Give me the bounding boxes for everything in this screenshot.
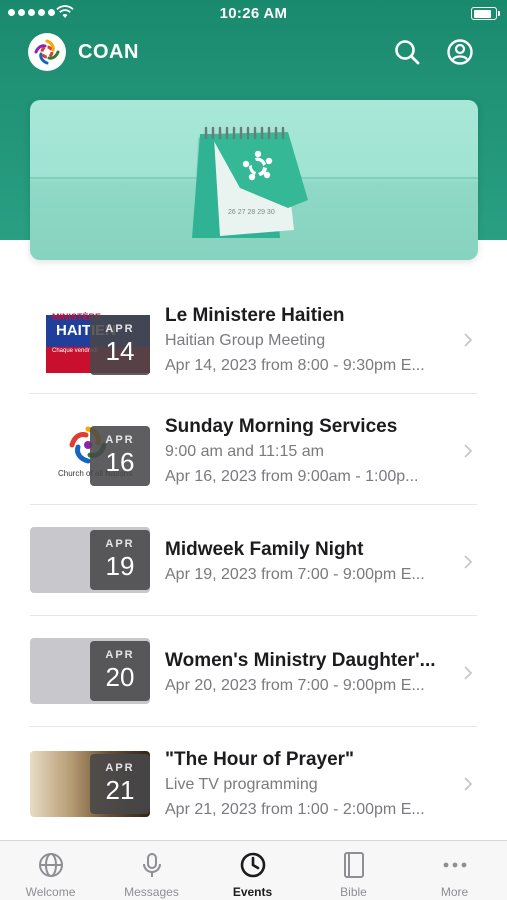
chevron-right-icon xyxy=(464,555,473,569)
app-bar: COAN xyxy=(0,28,507,76)
search-icon xyxy=(395,40,420,65)
calendar-numbers: 26 27 28 29 30 xyxy=(228,209,275,216)
tab-messages[interactable]: Messages xyxy=(101,841,202,900)
tab-label: Bible xyxy=(340,885,367,899)
date-day: 14 xyxy=(105,336,135,366)
status-bar: 10:26 AM xyxy=(0,0,507,28)
logo-icon xyxy=(34,39,60,65)
date-day: 19 xyxy=(105,551,135,581)
date-day: 21 xyxy=(105,775,135,805)
event-title: Women's Ministry Daughter'... xyxy=(165,650,436,671)
calendar-illustration: 26 27 28 29 30 xyxy=(192,126,308,238)
app-logo[interactable] xyxy=(28,33,66,71)
date-day: 16 xyxy=(105,447,135,477)
tab-label: Events xyxy=(232,885,273,899)
app-title: COAN xyxy=(78,41,139,63)
tab-bar: Welcome Messages Events Bible More xyxy=(0,840,507,900)
book-icon xyxy=(344,852,364,878)
microphone-icon xyxy=(143,853,161,877)
date-month: APR xyxy=(105,323,135,335)
date-month: APR xyxy=(105,649,135,661)
event-title: Le Ministere Haitien xyxy=(165,305,345,326)
chevron-right-icon xyxy=(464,333,473,347)
chevron-right-icon xyxy=(464,666,473,680)
clock-icon xyxy=(240,852,266,878)
chevron-right-icon xyxy=(464,777,473,791)
status-time: 10:26 AM xyxy=(219,5,288,22)
event-row-hour-of-prayer[interactable]: APR 21 "The Hour of Prayer" Live TV prog… xyxy=(0,727,507,838)
event-subtitle: Apr 20, 2023 from 7:00 - 9:00pm E... xyxy=(165,677,425,694)
date-badge: APR 19 xyxy=(90,530,150,590)
chevron-right-icon xyxy=(464,444,473,458)
date-badge: APR 20 xyxy=(90,641,150,701)
tab-label: More xyxy=(440,885,469,899)
event-detail: Apr 14, 2023 from 8:00 - 9:30pm E... xyxy=(165,357,425,374)
event-subtitle: 9:00 am and 11:15 am xyxy=(165,443,324,460)
more-icon xyxy=(443,862,467,868)
tab-bible[interactable]: Bible xyxy=(303,841,404,900)
event-subtitle: Apr 19, 2023 from 7:00 - 9:00pm E... xyxy=(165,566,425,583)
event-title: Midweek Family Night xyxy=(165,539,364,560)
event-detail: Apr 21, 2023 from 1:00 - 2:00pm E... xyxy=(165,801,425,818)
battery-icon xyxy=(471,7,500,20)
date-badge: APR 16 xyxy=(90,426,150,486)
person-circle-icon xyxy=(447,39,473,65)
date-badge: APR 21 xyxy=(90,754,150,814)
event-subtitle: Live TV programming xyxy=(165,776,318,793)
date-month: APR xyxy=(105,538,135,550)
hero-banner: 26 27 28 29 30 xyxy=(30,100,478,260)
profile-button[interactable] xyxy=(446,38,474,66)
event-row-womens-ministry[interactable]: APR 20 Women's Ministry Daughter'... Apr… xyxy=(0,616,507,727)
search-button[interactable] xyxy=(393,38,421,66)
tab-label: Welcome xyxy=(25,885,76,899)
globe-icon xyxy=(39,853,63,877)
tab-welcome[interactable]: Welcome xyxy=(0,841,101,900)
event-title: "The Hour of Prayer" xyxy=(165,749,355,770)
event-title: Sunday Morning Services xyxy=(165,416,398,437)
date-day: 20 xyxy=(105,662,135,692)
tab-more[interactable]: More xyxy=(404,841,505,900)
event-row-midweek-family-night[interactable]: APR 19 Midweek Family Night Apr 19, 2023… xyxy=(0,505,507,616)
event-subtitle: Haitian Group Meeting xyxy=(165,332,326,349)
date-month: APR xyxy=(105,434,135,446)
event-row-ministere-haitien[interactable]: MINISTÈRE HAITIEN Chaque vendredi APR 14… xyxy=(0,283,507,394)
date-month: APR xyxy=(105,762,135,774)
tab-label: Messages xyxy=(124,885,179,899)
tab-events[interactable]: Events xyxy=(202,841,303,900)
event-row-sunday-morning-services[interactable]: Church of all Nations APR 16 Sunday Morn… xyxy=(0,394,507,505)
event-detail: Apr 16, 2023 from 9:00am - 1:00p... xyxy=(165,468,419,485)
date-badge: APR 14 xyxy=(90,315,150,375)
